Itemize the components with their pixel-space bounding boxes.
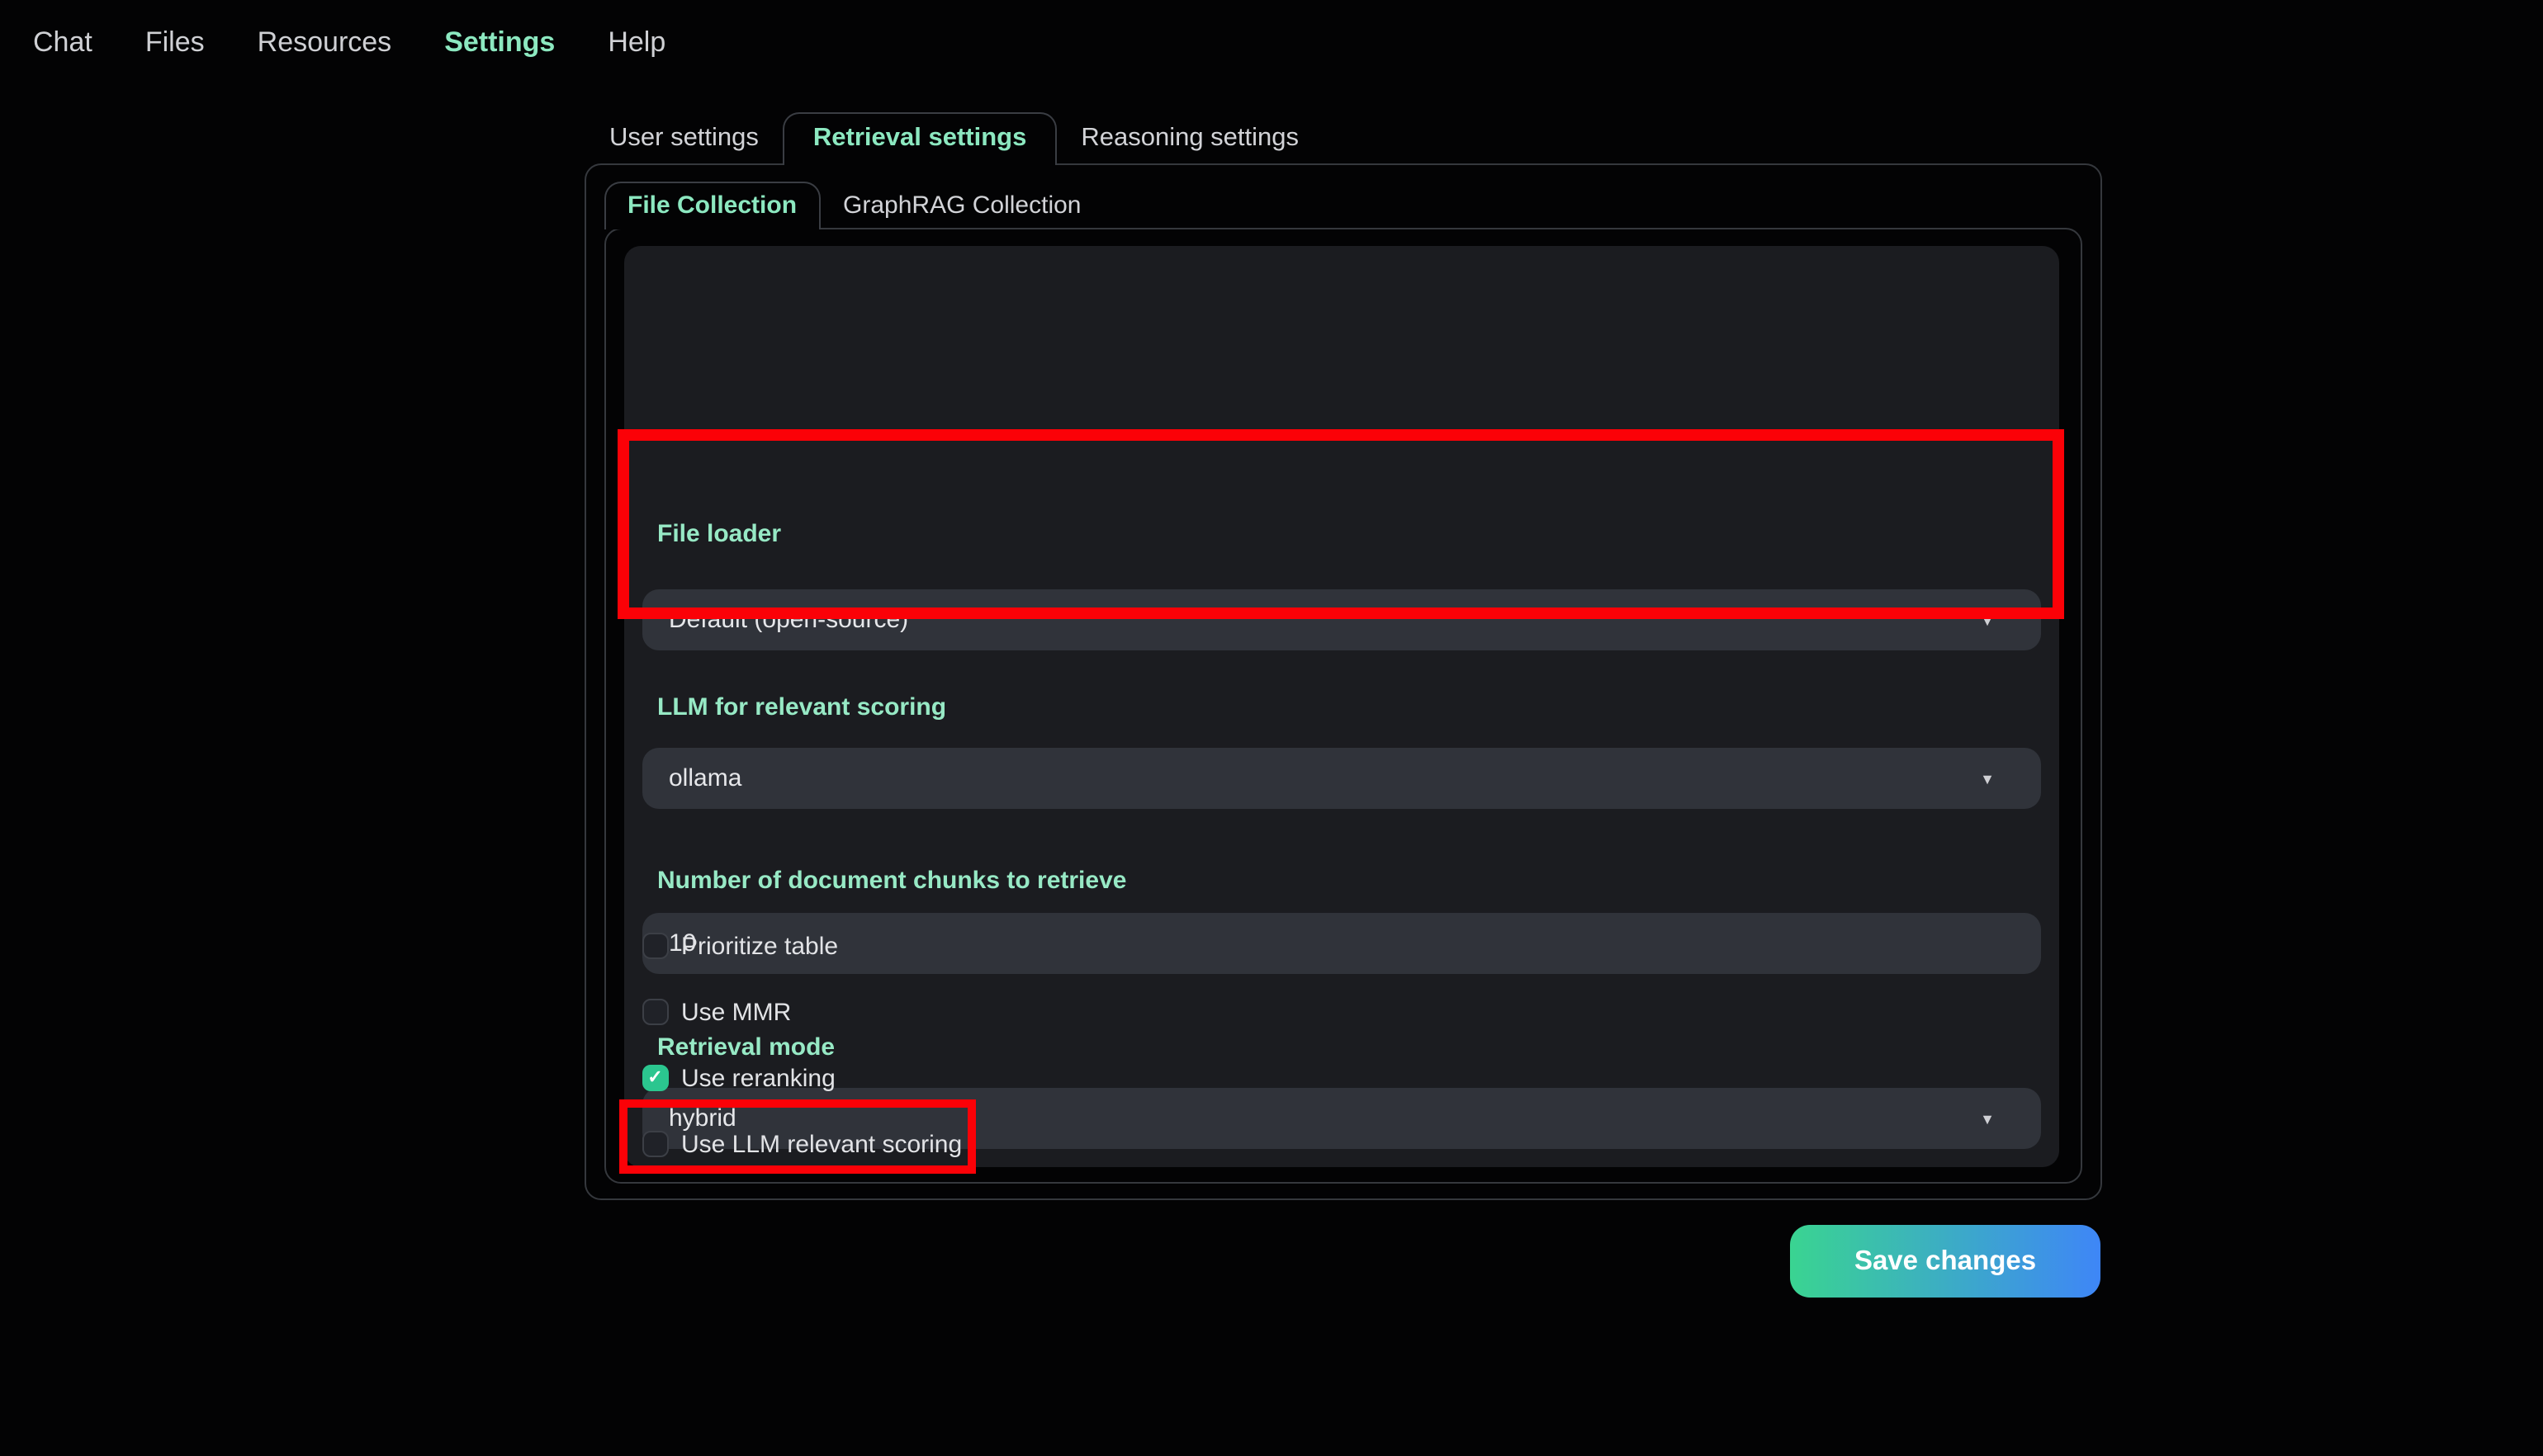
subtab-file-collection[interactable]: File Collection <box>604 182 821 229</box>
checkbox-row: Prioritize table <box>642 932 839 960</box>
nav-item-chat[interactable]: Chat <box>33 26 92 59</box>
nav-item-files[interactable]: Files <box>145 26 205 59</box>
nav-item-resources[interactable]: Resources <box>258 26 392 59</box>
file-collection-form: File loader Default (open-source) ▼ LLM … <box>624 246 2059 1167</box>
nav-item-settings[interactable]: Settings <box>444 26 555 59</box>
llm-scoring-dropdown[interactable]: ollama ▼ <box>642 748 2041 809</box>
use-reranking-label: Use reranking <box>681 1064 836 1092</box>
file-loader-dropdown[interactable]: Default (open-source) ▼ <box>642 589 2041 650</box>
use-mmr-label: Use MMR <box>681 998 792 1026</box>
retrieval-mode-value: hybrid <box>669 1104 736 1132</box>
check-icon: ✓ <box>647 1067 663 1087</box>
subtab-graphrag-collection[interactable]: GraphRAG Collection <box>820 182 1104 229</box>
use-mmr-checkbox[interactable] <box>642 999 668 1025</box>
file-loader-value: Default (open-source) <box>669 606 909 634</box>
file-loader-label: File loader <box>657 520 782 548</box>
chevron-down-icon: ▼ <box>1980 612 1995 628</box>
nav-item-help[interactable]: Help <box>608 26 665 59</box>
prioritize-table-label: Prioritize table <box>681 932 839 960</box>
retrieval-mode-label: Retrieval mode <box>657 1033 836 1061</box>
collection-subtabs: File Collection GraphRAG Collection <box>604 182 1105 229</box>
num-chunks-input[interactable] <box>669 929 2015 957</box>
use-llm-relevant-scoring-label: Use LLM relevant scoring <box>681 1130 963 1158</box>
settings-page: Chat Files Resources Settings Help User … <box>0 0 2543 1456</box>
checkbox-row: ✓ Use reranking <box>642 1064 836 1092</box>
use-reranking-checkbox[interactable]: ✓ <box>642 1065 668 1091</box>
save-changes-label: Save changes <box>1854 1246 2037 1275</box>
settings-tabs: User settings Retrieval settings Reasoni… <box>585 112 1324 165</box>
num-chunks-label: Number of document chunks to retrieve <box>657 867 1127 895</box>
llm-scoring-value: ollama <box>669 764 742 792</box>
tab-user-settings[interactable]: User settings <box>585 112 784 165</box>
use-llm-relevant-scoring-checkbox[interactable] <box>642 1131 668 1157</box>
top-nav: Chat Files Resources Settings Help <box>33 26 665 59</box>
tab-retrieval-settings[interactable]: Retrieval settings <box>783 112 1057 165</box>
tab-reasoning-settings[interactable]: Reasoning settings <box>1056 112 1324 165</box>
chevron-down-icon: ▼ <box>1980 770 1995 787</box>
llm-scoring-label: LLM for relevant scoring <box>657 693 947 721</box>
checkbox-row: Use LLM relevant scoring <box>642 1130 963 1158</box>
num-chunks-input-wrap <box>642 913 2041 974</box>
checkbox-row: Use MMR <box>642 998 792 1026</box>
save-changes-button[interactable]: Save changes <box>1790 1225 2100 1298</box>
prioritize-table-checkbox[interactable] <box>642 933 668 959</box>
chevron-down-icon: ▼ <box>1980 1110 1995 1127</box>
